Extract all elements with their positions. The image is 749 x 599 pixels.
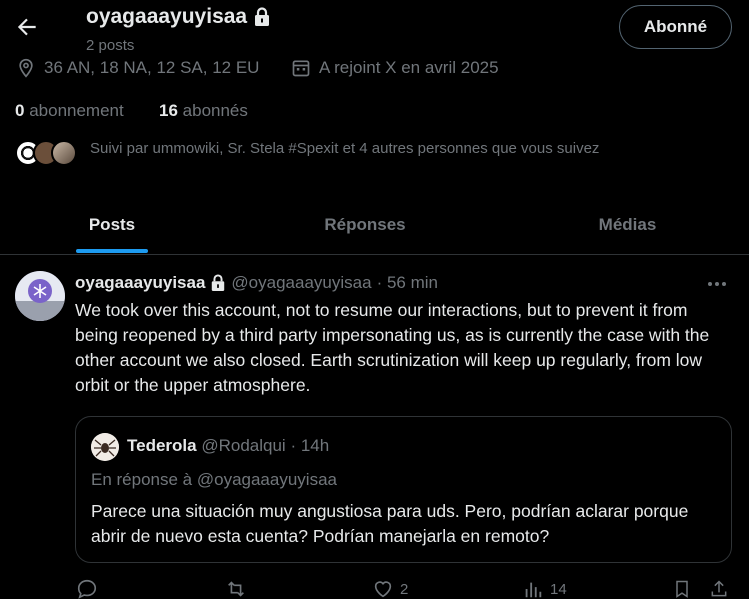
followed-by-text[interactable]: Suivi par ummowiki, Sr. Stela #Spexit et… [90,140,599,157]
lock-icon [255,7,270,26]
joined-text: A rejoint X en avril 2025 [319,58,499,77]
tweet-header: oyagaaayuyisaa @oyagaaayuyisaa · 56 min [75,273,438,293]
tab-posts[interactable]: Posts [72,195,152,254]
lock-icon [212,274,225,291]
reply-button[interactable] [76,578,98,599]
quoted-reply-to: En réponse à @oyagaaayuyisaa [91,470,337,489]
like-count: 2 [400,580,409,598]
tweet-author-handle[interactable]: @oyagaaayuyisaa [231,273,371,293]
tweet-author-name[interactable]: oyagaaayuyisaa [75,273,205,293]
followers-count: 16 [159,101,178,120]
reply-icon [77,579,97,599]
tweet-text: We took over this account, not to resume… [75,300,710,395]
alien-avatar-icon [15,271,65,321]
following-label: abonnement [29,101,124,120]
profile-title: oyagaaayuyisaa [86,5,271,29]
quoted-tweet[interactable]: Tederola @Rodalqui · 14h En réponse à @o… [75,416,732,563]
following-count: 0 [15,101,25,120]
quoted-author-avatar [91,433,119,461]
quoted-header: Tederola @Rodalqui · 14h [127,436,329,456]
quoted-author-name: Tederola [127,436,197,455]
active-tab-indicator [76,249,148,253]
profile-name: oyagaaayuyisaa [86,5,248,28]
bookmark-icon [676,580,688,598]
following-button[interactable]: Abonné [619,5,732,49]
calendar-icon [292,60,310,77]
quoted-time: · 14h [290,436,330,455]
views-chart-icon [525,582,542,598]
share-button[interactable] [709,578,729,599]
spider-avatar-icon [91,433,119,461]
repost-button[interactable] [224,578,248,599]
profile-location: 36 AN, 18 NA, 12 SA, 12 EU [16,58,259,78]
views-button[interactable]: 14 [522,578,567,599]
repost-icon [228,581,244,597]
tab-replies[interactable]: Réponses [300,195,430,254]
followers-link[interactable]: 16 abonnés [159,101,248,121]
views-count: 14 [550,580,567,598]
tab-media[interactable]: Médias [570,195,685,254]
heart-icon [374,581,392,598]
quoted-author-handle: @Rodalqui [201,436,286,455]
followers-label: abonnés [182,101,248,120]
back-arrow-icon[interactable] [14,14,40,40]
followers-you-know-avatars[interactable] [15,140,77,166]
quoted-text: Parece una situación muy angustiosa para… [91,501,689,546]
tweet-author-avatar[interactable] [15,271,65,321]
location-pin-icon [19,58,33,78]
follower-avatar [51,140,77,166]
more-options-icon[interactable] [704,274,730,294]
share-icon [711,580,727,597]
bookmark-button[interactable] [672,578,692,599]
location-text: 36 AN, 18 NA, 12 SA, 12 EU [44,58,260,77]
tweet-time[interactable]: · 56 min [377,273,438,293]
posts-count: 2 posts [86,37,135,54]
following-link[interactable]: 0 abonnement [15,101,124,121]
like-button[interactable]: 2 [372,578,408,599]
profile-tabs: Posts Réponses Médias [0,195,749,255]
profile-joined: A rejoint X en avril 2025 [291,58,499,78]
